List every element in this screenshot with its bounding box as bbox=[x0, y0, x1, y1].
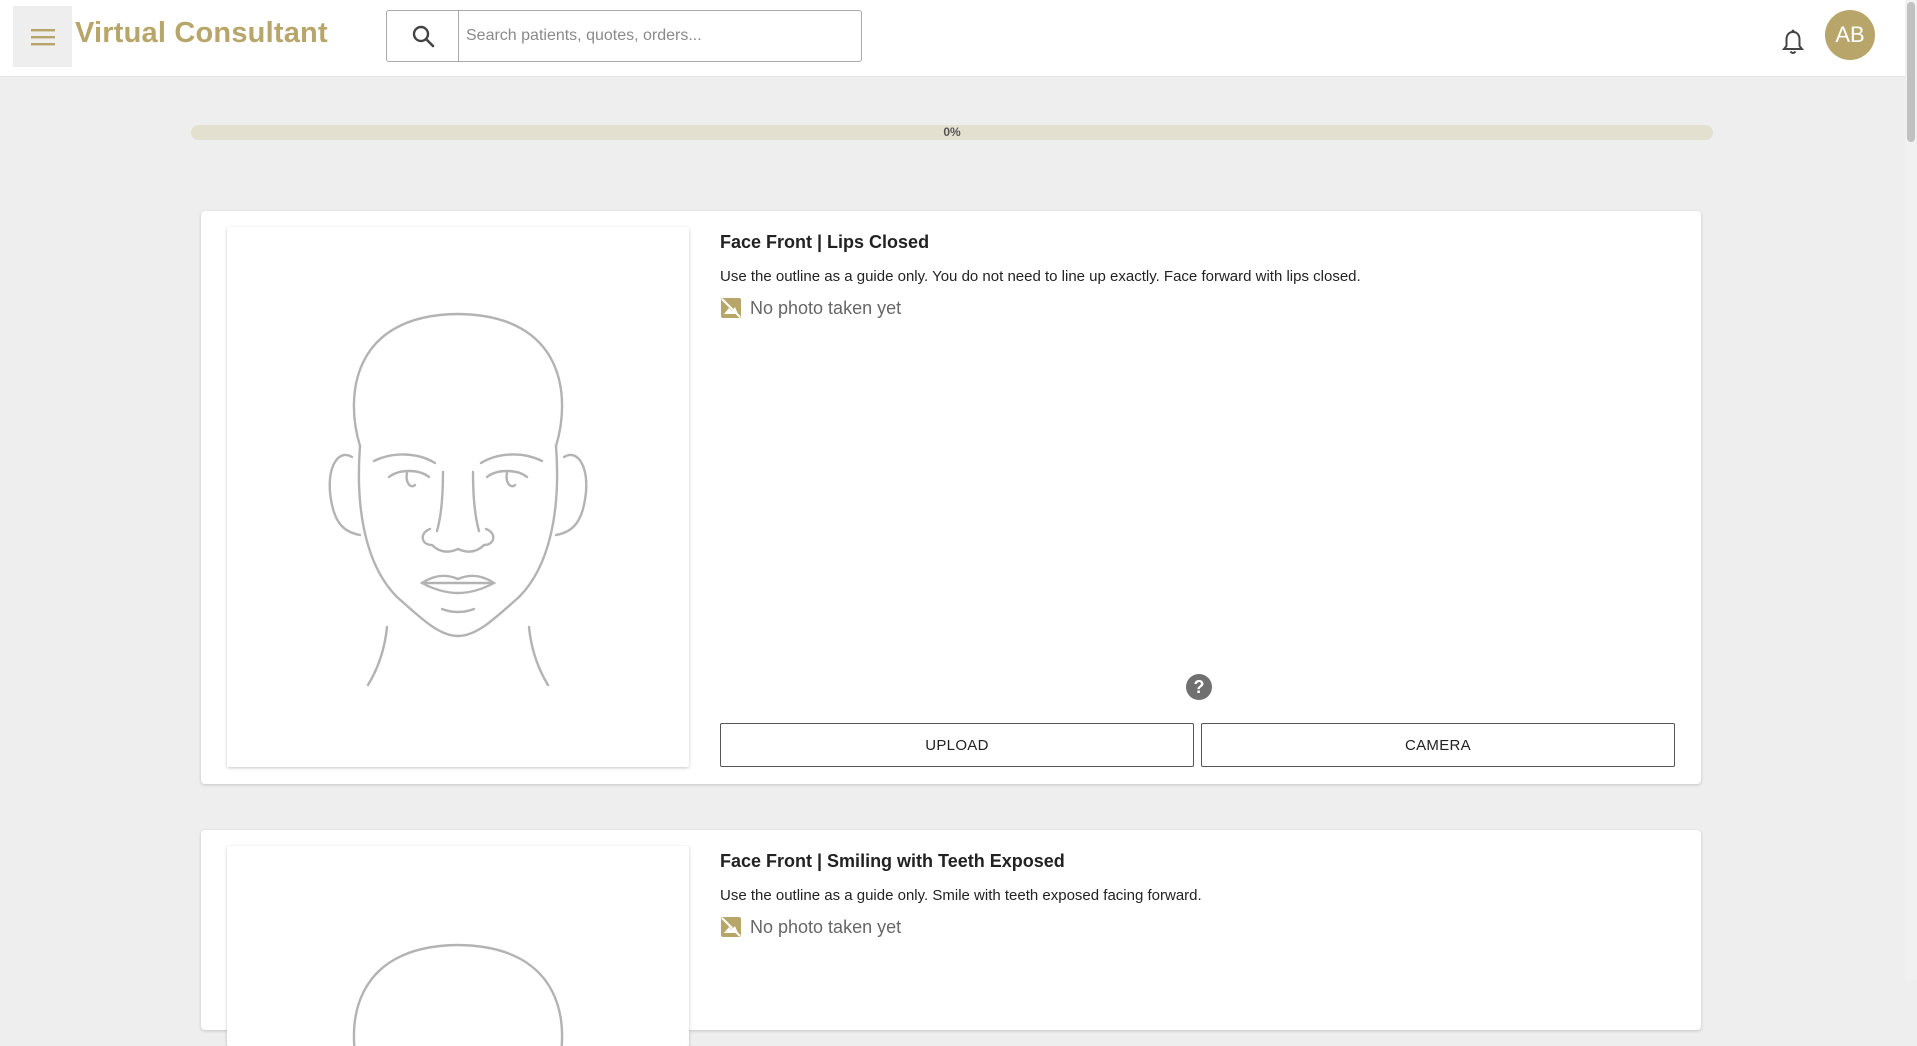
face-outline-guide bbox=[227, 227, 689, 767]
no-photo-icon bbox=[720, 297, 742, 319]
progress-bar: 0% bbox=[191, 125, 1713, 140]
app-title[interactable]: Virtual Consultant bbox=[75, 17, 328, 50]
menu-button[interactable] bbox=[13, 6, 72, 67]
photo-status: No photo taken yet bbox=[720, 297, 901, 319]
upload-button[interactable]: UPLOAD bbox=[720, 723, 1194, 767]
bell-icon bbox=[1782, 29, 1804, 54]
face-outline-illustration bbox=[352, 943, 564, 1046]
card-description: Use the outline as a guide only. You do … bbox=[720, 268, 1361, 285]
photo-card-face-front-lips-closed: Face Front | Lips Closed Use the outline… bbox=[201, 211, 1701, 784]
help-icon[interactable]: ? bbox=[1186, 674, 1212, 700]
photo-status: No photo taken yet bbox=[720, 916, 901, 938]
search-button[interactable] bbox=[387, 11, 459, 61]
menu-icon bbox=[30, 28, 55, 45]
card-title: Face Front | Smiling with Teeth Exposed bbox=[720, 851, 1065, 871]
scrollbar-thumb[interactable] bbox=[1907, 2, 1915, 142]
face-outline-illustration bbox=[328, 312, 588, 687]
search-icon bbox=[412, 25, 434, 48]
photo-status-text: No photo taken yet bbox=[750, 916, 902, 937]
notifications-button[interactable] bbox=[1780, 28, 1806, 56]
card-description: Use the outline as a guide only. Smile w… bbox=[720, 887, 1202, 904]
photo-status-text: No photo taken yet bbox=[750, 297, 902, 318]
top-app-bar: Virtual Consultant AB bbox=[0, 0, 1905, 77]
no-photo-icon bbox=[720, 916, 742, 938]
search-box bbox=[386, 10, 862, 62]
camera-button[interactable]: CAMERA bbox=[1201, 723, 1675, 767]
card-title: Face Front | Lips Closed bbox=[720, 232, 930, 252]
photo-card-face-front-smiling: Face Front | Smiling with Teeth Exposed … bbox=[201, 830, 1701, 1046]
page-scrollbar[interactable] bbox=[1905, 0, 1917, 980]
search-input[interactable] bbox=[459, 11, 861, 61]
progress-label: 0% bbox=[943, 125, 961, 139]
face-outline-guide bbox=[227, 846, 689, 1046]
user-avatar[interactable]: AB bbox=[1825, 10, 1875, 60]
